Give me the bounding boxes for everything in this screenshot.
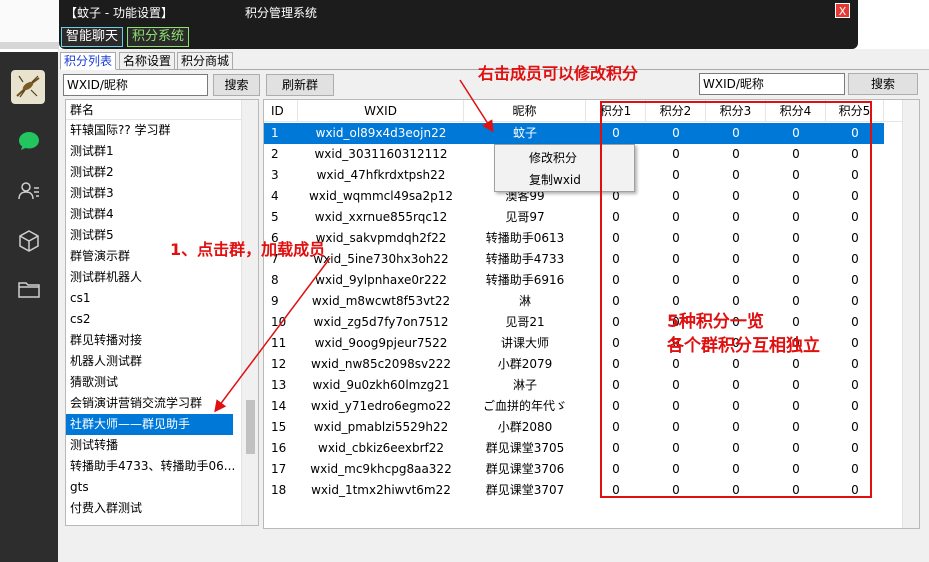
annotation-overview-1: 5种积分一览: [667, 312, 764, 332]
group-list-item[interactable]: 群见转播对接: [66, 330, 258, 351]
table-cell: 群见课堂3705: [485, 441, 565, 455]
table-cell: 群见课堂3707: [485, 483, 565, 497]
table-cell: 2: [271, 147, 279, 161]
table-cell: 淋: [518, 294, 531, 308]
table-cell: wxid_nw85c2098sv222: [311, 357, 451, 371]
member-table-scrollbar[interactable]: [902, 100, 919, 528]
member-search-input[interactable]: WXID/昵称: [699, 73, 845, 95]
table-cell: 17: [271, 462, 287, 476]
table-cell: 1: [271, 126, 279, 140]
tab-name-settings[interactable]: 名称设置: [119, 52, 176, 70]
table-cell: wxid_zg5d7fy7on7512: [313, 315, 449, 329]
group-list-item[interactable]: cs2: [66, 309, 258, 330]
settings-popup: 【蚊子 - 功能设置】 积分管理系统 X 智能聊天 积分系统: [59, 0, 858, 49]
group-list-item[interactable]: 付费入群测试: [66, 498, 258, 519]
table-cell: 12: [271, 357, 287, 371]
table-cell: 18: [271, 483, 287, 497]
group-list-item[interactable]: 社群大师——群见助手: [66, 414, 233, 435]
table-cell: 见哥21: [505, 315, 545, 329]
popup-title: 【蚊子 - 功能设置】: [65, 6, 173, 20]
tab-points-system[interactable]: 积分系统: [127, 27, 190, 47]
tab-points-mall[interactable]: 积分商城: [177, 52, 234, 70]
window-strip: [0, 42, 59, 49]
background-area: [0, 0, 59, 42]
group-list-item[interactable]: 会销演讲营销交流学习群: [66, 393, 258, 414]
table-cell: wxid_47hfkrdxtpsh22: [316, 168, 446, 182]
group-list-item[interactable]: 测试群1: [66, 141, 258, 162]
table-cell: wxid_3031160312112: [314, 147, 448, 161]
cube-icon[interactable]: [16, 228, 42, 254]
group-list-item[interactable]: 测试群3: [66, 183, 258, 204]
table-cell: 14: [271, 399, 287, 413]
points-highlight-box: [600, 101, 872, 498]
refresh-groups-button[interactable]: 刷新群: [266, 74, 334, 96]
table-cell: 13: [271, 378, 287, 392]
group-list-item[interactable]: gts: [66, 477, 258, 498]
group-list-item[interactable]: 轩辕国际?? 学习群: [66, 120, 258, 141]
group-search-input[interactable]: WXID/昵称: [63, 74, 208, 96]
group-list-scrollbar[interactable]: [241, 100, 258, 525]
column-header[interactable]: 昵称: [464, 100, 586, 122]
table-cell: 蚊子: [512, 126, 537, 140]
table-cell: 11: [271, 336, 287, 350]
scrollbar-thumb[interactable]: [246, 400, 255, 454]
contacts-icon[interactable]: [16, 178, 42, 204]
group-list-item[interactable]: 转播助手4733、转播助手06...: [66, 456, 258, 477]
group-search-button[interactable]: 搜索: [213, 74, 260, 96]
group-list-item[interactable]: 测试群4: [66, 204, 258, 225]
group-list-header: 群名: [66, 100, 258, 120]
group-list-item[interactable]: 测试群2: [66, 162, 258, 183]
annotation-overview-2: 各个群积分互相独立: [667, 336, 820, 356]
table-cell: wxid_m8wcwt8f53vt22: [311, 294, 451, 308]
table-cell: wxid_1tmx2hiwvt6m22: [311, 483, 451, 497]
table-cell: wxid_xxrnue855rqc12: [314, 210, 448, 224]
table-cell: 淋子: [512, 378, 537, 392]
tab-points-list[interactable]: 积分列表: [60, 52, 117, 70]
chat-icon[interactable]: [16, 128, 42, 154]
table-cell: 8: [271, 273, 279, 287]
group-list-item[interactable]: 测试群机器人: [66, 267, 258, 288]
table-cell: 讲课大师: [500, 336, 549, 350]
table-cell: 转播助手0613: [485, 231, 565, 245]
table-cell: 4: [271, 189, 279, 203]
column-header[interactable]: ID: [264, 100, 298, 122]
table-cell: 16: [271, 441, 287, 455]
table-cell: wxid_wqmmcl49sa2p12: [308, 189, 453, 203]
table-cell: wxid_mc9khcpg8aa322: [310, 462, 452, 476]
table-cell: 见哥97: [505, 210, 545, 224]
folder-icon[interactable]: [16, 276, 42, 302]
table-cell: 9: [271, 294, 279, 308]
table-cell: 15: [271, 420, 287, 434]
annotation-click-group: 1、点击群，加载成员: [170, 240, 326, 259]
table-cell: wxid_pmablzi5529h22: [313, 420, 449, 434]
tab-smart-chat[interactable]: 智能聊天: [61, 27, 124, 47]
group-list[interactable]: 群名 轩辕国际?? 学习群 测试群1 测试群2 测试群3 测试群4 测试群5 群管演示群 测试…: [65, 99, 259, 526]
group-list-item[interactable]: cs1: [66, 288, 258, 309]
table-cell: 3: [271, 168, 279, 182]
table-cell: wxid_y71edro6egmo22: [310, 399, 452, 413]
table-cell: wxid_ol89x4d3eojn22: [315, 126, 447, 140]
group-list-item[interactable]: 测试转播: [66, 435, 258, 456]
app-title: 积分管理系统: [245, 6, 318, 20]
annotation-right-click: 右击成员可以修改积分: [478, 64, 639, 83]
table-cell: wxid_cbkiz6eexbrf22: [318, 441, 444, 455]
table-cell: wxid_9ylpnhaxe0r222: [315, 273, 447, 287]
column-header[interactable]: WXID: [298, 100, 464, 122]
table-cell: 10: [271, 315, 287, 329]
table-cell: 小群2080: [497, 420, 553, 434]
table-cell: wxid_9u0zkh60lmzg21: [312, 378, 450, 392]
table-cell: ご血拼的年代ゞ: [482, 399, 567, 413]
close-icon[interactable]: X: [835, 3, 850, 18]
table-cell: 小群2079: [497, 357, 553, 371]
group-list-item[interactable]: 机器人测试群: [66, 351, 258, 372]
table-cell: 5: [271, 210, 279, 224]
table-cell: 群见课堂3706: [485, 462, 565, 476]
table-cell: 转播助手6916: [485, 273, 565, 287]
member-search-button[interactable]: 搜索: [848, 73, 918, 95]
table-cell: 转播助手4733: [485, 252, 565, 266]
nav-sidebar: [0, 52, 58, 562]
app-logo[interactable]: [11, 70, 45, 104]
group-list-item[interactable]: 猜歌测试: [66, 372, 258, 393]
table-cell: wxid_9oog9pjeur7522: [314, 336, 448, 350]
